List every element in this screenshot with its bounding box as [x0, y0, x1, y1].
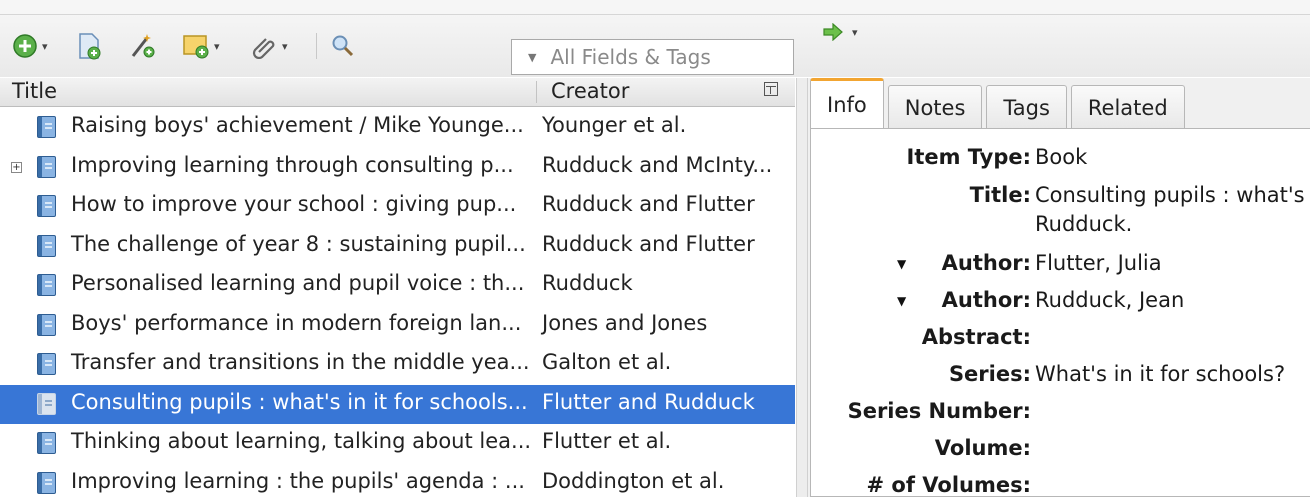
title-value-line1[interactable]: Consulting pupils : what's	[1035, 183, 1305, 207]
item-title: Improving learning through consulting p.…	[71, 153, 514, 177]
title-column-header[interactable]: Title	[12, 79, 57, 103]
series-number-label: Series Number:	[848, 399, 1031, 423]
item-title: Raising boys' achievement / Mike Younge.…	[71, 113, 524, 137]
green-arrow-icon	[822, 23, 844, 41]
toolbar-separator	[316, 33, 317, 59]
book-icon	[37, 116, 56, 138]
item-type-label: Item Type:	[907, 145, 1031, 169]
item-creator: Rudduck and Flutter	[542, 232, 755, 256]
volume-label: Volume:	[935, 436, 1031, 460]
add-attachment-button[interactable]: ▾	[252, 31, 288, 61]
item-creator: Flutter and Rudduck	[542, 390, 755, 414]
item-creator: Rudduck and Flutter	[542, 192, 755, 216]
new-document-icon	[77, 32, 101, 60]
add-by-identifier-button[interactable]	[128, 31, 156, 61]
column-picker-icon[interactable]	[764, 82, 778, 96]
toolbar: ▾ ▾ ▾ ▼	[0, 15, 1310, 77]
add-circle-icon	[12, 33, 38, 59]
author-value-1[interactable]: Flutter, Julia	[1035, 251, 1162, 275]
item-tabs: Info Notes Tags Related	[810, 78, 1189, 129]
author-label: Author:	[942, 288, 1031, 312]
note-add-icon	[182, 33, 210, 59]
item-row[interactable]: + Improving learning through consulting p…	[0, 148, 795, 188]
book-icon	[37, 472, 56, 494]
book-icon	[37, 195, 56, 217]
item-row[interactable]: Improving learning : the pupils' agenda …	[0, 464, 795, 503]
tab-info[interactable]: Info	[810, 78, 884, 129]
item-title: Consulting pupils : what's in it for sch…	[71, 390, 528, 414]
item-row[interactable]: Transfer and transitions in the middle y…	[0, 345, 795, 385]
item-creator: Rudduck and McInty...	[542, 153, 772, 177]
item-row[interactable]: Raising boys' achievement / Mike Younge.…	[0, 108, 795, 148]
series-value[interactable]: What's in it for schools?	[1035, 362, 1285, 386]
advanced-search-button[interactable]	[331, 31, 355, 61]
info-panel: Item Type: Book Title: Consulting pupils…	[810, 128, 1310, 497]
item-row[interactable]: Personalised learning and pupil voice : …	[0, 266, 795, 306]
title-value-line2[interactable]: Rudduck.	[1035, 212, 1132, 236]
item-creator: Doddington et al.	[542, 469, 724, 493]
tab-tags[interactable]: Tags	[986, 85, 1067, 129]
new-item-button[interactable]: ▾	[12, 31, 48, 61]
book-icon	[37, 156, 56, 178]
series-label: Series:	[949, 362, 1031, 386]
item-creator: Younger et al.	[542, 113, 686, 137]
book-icon	[37, 314, 56, 336]
item-title: Transfer and transitions in the middle y…	[71, 350, 530, 374]
item-row[interactable]: The challenge of year 8 : sustaining pup…	[0, 227, 795, 267]
search-input[interactable]	[548, 44, 801, 70]
author-value-2[interactable]: Rudduck, Jean	[1035, 288, 1184, 312]
item-pane: ▾ Info Notes Tags Related Item Type: Boo…	[808, 78, 1310, 497]
item-title: The challenge of year 8 : sustaining pup…	[71, 232, 526, 256]
column-divider[interactable]	[536, 81, 537, 103]
item-creator: Galton et al.	[542, 350, 671, 374]
tab-related[interactable]: Related	[1071, 85, 1185, 129]
item-title: Improving learning : the pupils' agenda …	[71, 469, 525, 493]
item-title: How to improve your school : giving pup.…	[71, 192, 516, 216]
item-creator: Jones and Jones	[542, 311, 707, 335]
book-icon	[37, 235, 56, 257]
window-top-edge	[0, 0, 1310, 15]
item-creator: Flutter et al.	[542, 429, 671, 453]
chevron-down-icon: ▾	[282, 40, 288, 53]
item-row[interactable]: How to improve your school : giving pup.…	[0, 187, 795, 227]
item-row[interactable]: Consulting pupils : what's in it for sch…	[0, 385, 795, 425]
book-icon	[37, 432, 56, 454]
search-field[interactable]: ▼	[511, 39, 794, 75]
author-label: Author:	[942, 251, 1031, 275]
item-title: Personalised learning and pupil voice : …	[71, 271, 524, 295]
chevron-down-icon: ▾	[852, 26, 858, 39]
item-title: Boys' performance in modern foreign lan.…	[71, 311, 521, 335]
new-standalone-note-button[interactable]: ▾	[182, 31, 220, 61]
title-label: Title:	[970, 183, 1031, 207]
item-creator: Rudduck	[542, 271, 633, 295]
book-icon	[37, 353, 56, 375]
creator-type-menu-icon[interactable]: ▼	[897, 257, 906, 271]
pane-splitter[interactable]	[796, 78, 808, 497]
creator-column-header[interactable]: Creator	[551, 79, 629, 103]
item-row[interactable]: Boys' performance in modern foreign lan.…	[0, 306, 795, 346]
magnifier-icon	[331, 34, 355, 58]
column-header: Title Creator	[0, 78, 795, 107]
chevron-down-icon: ▾	[214, 40, 220, 53]
chevron-down-icon: ▾	[42, 40, 48, 53]
book-icon	[37, 393, 56, 415]
item-title: Thinking about learning, talking about l…	[71, 429, 531, 453]
items-pane: Title Creator Raising boys' achievement …	[0, 78, 795, 497]
tab-notes[interactable]: Notes	[888, 85, 983, 129]
paperclip-icon	[252, 33, 278, 59]
item-type-value[interactable]: Book	[1035, 145, 1087, 169]
abstract-label: Abstract:	[922, 325, 1031, 349]
expand-toggle-icon[interactable]: +	[11, 162, 22, 173]
search-mode-dropdown-icon[interactable]: ▼	[528, 51, 536, 64]
item-row[interactable]: Thinking about learning, talking about l…	[0, 424, 795, 464]
new-note-button[interactable]	[77, 31, 101, 61]
items-list: Raising boys' achievement / Mike Younge.…	[0, 108, 795, 503]
locate-button[interactable]: ▾	[822, 23, 858, 41]
creator-type-menu-icon[interactable]: ▼	[897, 294, 906, 308]
magic-wand-icon	[128, 32, 156, 60]
num-volumes-label: # of Volumes:	[867, 473, 1031, 497]
book-icon	[37, 274, 56, 296]
